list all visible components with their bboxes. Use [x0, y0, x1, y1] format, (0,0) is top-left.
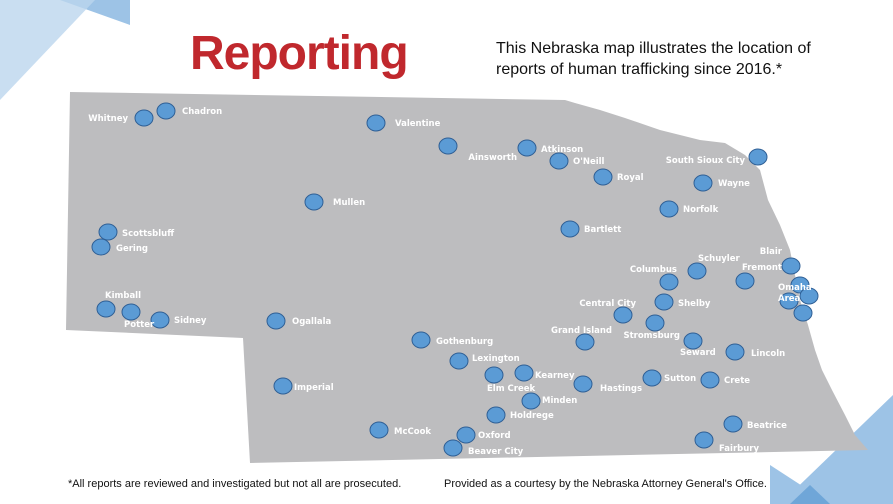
- location-label: Omaha: [778, 283, 812, 293]
- location-marker: [369, 421, 389, 439]
- location-marker: [645, 314, 665, 332]
- location-label: Beaver City: [468, 447, 524, 457]
- location-marker: [514, 364, 534, 382]
- location-marker: [659, 273, 679, 291]
- location-label: Gothenburg: [436, 337, 493, 347]
- location-marker: [748, 148, 768, 166]
- location-label: Fairbury: [719, 444, 759, 454]
- location-marker: [613, 306, 633, 324]
- location-marker: [91, 238, 111, 256]
- location-marker: [449, 352, 469, 370]
- location-label: Gering: [116, 244, 148, 254]
- location-label: Potter: [124, 320, 155, 330]
- location-label: Schuyler: [698, 254, 740, 264]
- location-marker: [781, 257, 801, 275]
- location-label: Norfolk: [683, 205, 719, 215]
- location-label: McCook: [394, 427, 431, 437]
- location-marker: [266, 312, 286, 330]
- location-marker: [560, 220, 580, 238]
- location-marker: [366, 114, 386, 132]
- location-label: Kearney: [535, 371, 575, 381]
- location-marker: [723, 415, 743, 433]
- location-label: Blair: [760, 247, 783, 257]
- location-marker: [521, 392, 541, 410]
- location-marker: [443, 439, 463, 457]
- location-marker: [484, 366, 504, 384]
- credit: Provided as a courtesy by the Nebraska A…: [444, 478, 767, 490]
- location-label: Area: [778, 294, 801, 304]
- location-label: Hastings: [600, 384, 642, 394]
- footnote: *All reports are reviewed and investigat…: [68, 478, 402, 490]
- location-label: Bartlett: [584, 225, 621, 235]
- location-label: Whitney: [88, 114, 128, 124]
- location-label: Scottsbluff: [122, 229, 174, 239]
- location-marker: [438, 137, 458, 155]
- location-label: Central City: [579, 299, 636, 309]
- location-label: Minden: [542, 396, 577, 406]
- location-marker: [517, 139, 537, 157]
- location-marker: [573, 375, 593, 393]
- location-label: Sidney: [174, 316, 207, 326]
- location-label: O'Neill: [573, 157, 605, 167]
- location-label: Shelby: [678, 299, 711, 309]
- page-title: Reporting: [190, 27, 409, 80]
- location-label: Beatrice: [747, 421, 787, 431]
- location-label: Imperial: [294, 383, 334, 393]
- location-label: Sutton: [664, 374, 696, 384]
- location-label: Ainsworth: [468, 153, 517, 163]
- location-marker: [683, 332, 703, 350]
- location-marker: [98, 223, 118, 241]
- location-label: Atkinson: [541, 145, 583, 155]
- location-marker: [411, 331, 431, 349]
- location-marker: [304, 193, 324, 211]
- location-label: Royal: [617, 173, 644, 183]
- location-marker: [273, 377, 293, 395]
- location-label: Crete: [724, 376, 750, 386]
- location-marker: [156, 102, 176, 120]
- location-label: Holdrege: [510, 411, 554, 421]
- location-marker: [486, 406, 506, 424]
- location-label: Mullen: [333, 198, 365, 208]
- location-marker: [456, 426, 476, 444]
- location-marker: [642, 369, 662, 387]
- location-label: Ogallala: [292, 317, 332, 327]
- location-label: Seward: [680, 348, 716, 358]
- location-marker: [121, 303, 141, 321]
- location-label: Chadron: [182, 107, 222, 117]
- location-marker: [694, 431, 714, 449]
- location-marker: [654, 293, 674, 311]
- location-label: Valentine: [395, 119, 441, 129]
- location-label: Stromsburg: [623, 331, 680, 341]
- location-marker: [687, 262, 707, 280]
- map-description: This Nebraska map illustrates the locati…: [496, 40, 811, 78]
- location-label: Columbus: [630, 265, 677, 275]
- location-label: South Sioux City: [666, 156, 746, 166]
- location-label: Elm Creek: [487, 384, 535, 394]
- location-marker: [134, 109, 154, 127]
- location-marker: [693, 174, 713, 192]
- location-marker: [549, 152, 569, 170]
- location-marker: [593, 168, 613, 186]
- location-label: Fremont: [742, 263, 782, 273]
- location-label: Lexington: [472, 354, 520, 364]
- location-marker: [700, 371, 720, 389]
- location-label: Oxford: [478, 431, 511, 441]
- location-marker: [575, 333, 595, 351]
- location-marker: [659, 200, 679, 218]
- location-label: Kimball: [105, 291, 141, 301]
- location-marker: [735, 272, 755, 290]
- location-label: Grand Island: [551, 326, 612, 336]
- location-marker: [793, 304, 813, 322]
- location-label: Lincoln: [751, 349, 785, 359]
- location-marker: [96, 300, 116, 318]
- location-label: Wayne: [718, 179, 750, 189]
- location-marker: [725, 343, 745, 361]
